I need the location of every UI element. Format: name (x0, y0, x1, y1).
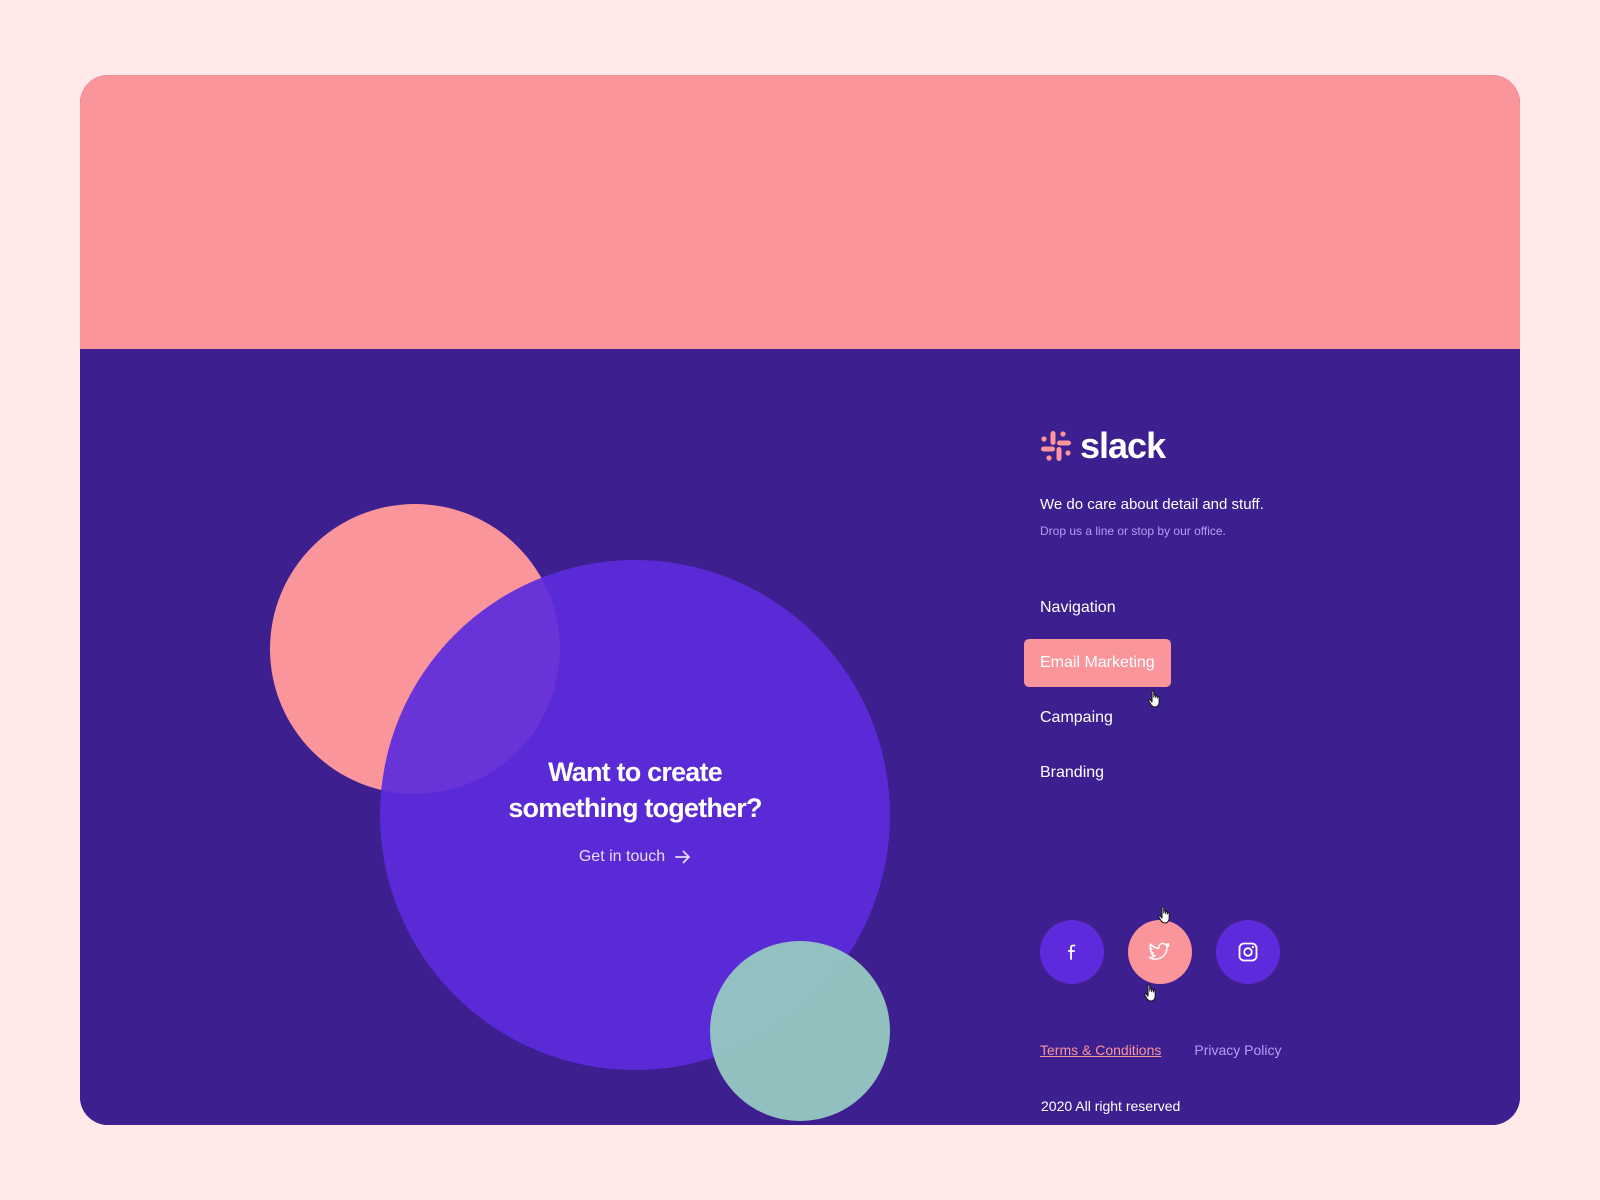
terms-link[interactable]: Terms & Conditions (1040, 1042, 1161, 1058)
get-in-touch-label: Get in touch (578, 848, 666, 865)
hand-cursor-icon (1148, 690, 1160, 708)
subline: Drop us a line or stop by our office. (1040, 524, 1226, 538)
cta-title-line-2: something together? (508, 793, 762, 823)
twitter-icon (1149, 942, 1170, 960)
decor-circle-teal (710, 941, 890, 1121)
cta-title-line-1: Want to create (548, 757, 723, 787)
privacy-link[interactable]: Privacy Policy (1194, 1042, 1281, 1058)
copyright-text: 2020 All right reserved (1041, 1098, 1181, 1114)
hand-cursor-icon (1158, 906, 1170, 924)
nav-item-branding[interactable]: Branding (1040, 749, 1104, 797)
hero-banner (80, 75, 1520, 349)
footer-section: Want to create something together? Get i… (80, 349, 1520, 1125)
brand-logo[interactable]: slack (1040, 425, 1166, 467)
twitter-button[interactable] (1128, 920, 1192, 984)
instagram-button[interactable] (1216, 920, 1280, 984)
arrow-right-icon (675, 850, 691, 864)
brand-name: slack (1080, 425, 1166, 466)
slack-logo-icon (1041, 431, 1071, 461)
legal-links: Terms & Conditions Privacy Policy (1040, 1042, 1282, 1058)
social-links (1040, 920, 1280, 984)
hand-cursor-icon (1144, 984, 1156, 1002)
tagline: We do care about detail and stuff. (1040, 496, 1264, 513)
facebook-button[interactable] (1040, 920, 1104, 984)
nav-item-email-marketing[interactable]: Email Marketing (1024, 639, 1171, 687)
cta-title: Want to create something together? (480, 754, 790, 826)
page-card: Want to create something together? Get i… (80, 75, 1520, 1125)
facebook-icon (1067, 944, 1076, 960)
nav-item-navigation[interactable]: Navigation (1040, 584, 1116, 632)
cta-block: Want to create something together? Get i… (480, 754, 790, 866)
get-in-touch-link[interactable]: Get in touch (579, 848, 691, 866)
instagram-icon (1238, 942, 1258, 962)
nav-item-campaing[interactable]: Campaing (1040, 694, 1113, 742)
